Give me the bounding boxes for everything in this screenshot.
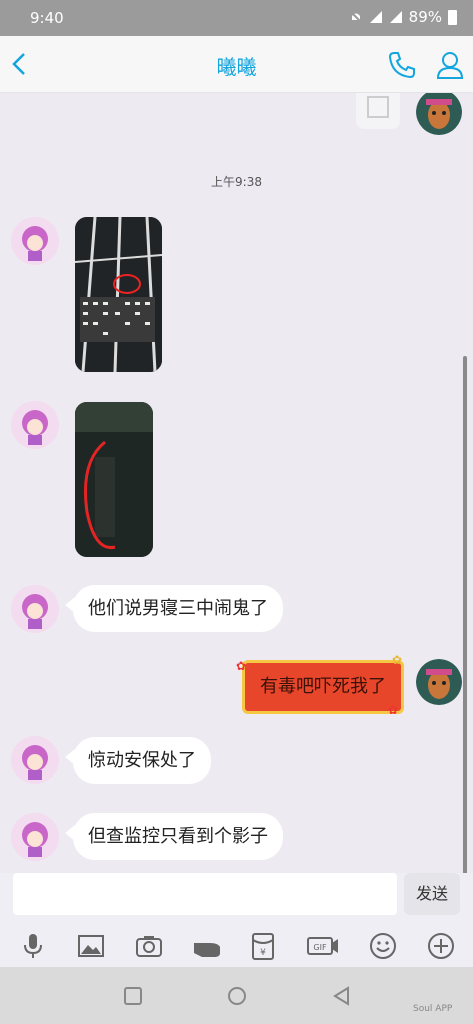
microphone-icon[interactable] (18, 931, 48, 961)
contact-avatar[interactable] (11, 585, 59, 633)
flower-decoration-icon: ✿ (392, 653, 403, 667)
my-avatar-image (416, 93, 462, 135)
message-composer: 发送 (0, 873, 473, 923)
battery-percent: 89% (408, 8, 442, 26)
system-navigation-bar (0, 967, 473, 1024)
flower-decoration-icon: ✿ (388, 703, 399, 717)
svg-text:GIF: GIF (313, 943, 327, 952)
my-avatar[interactable] (416, 93, 462, 135)
image-message[interactable] (75, 217, 162, 372)
battery-icon (448, 9, 457, 25)
contact-avatar-image (11, 736, 59, 784)
my-avatar[interactable] (416, 659, 462, 705)
dark-hallway-photo (75, 402, 153, 557)
my-text-message[interactable]: 有毒吧吓死我了 (242, 660, 404, 714)
my-avatar-image (416, 659, 462, 705)
chat-area[interactable]: 上午9:38 他们说男寝三中闹鬼了 有毒吧吓死我了 ✿ ✿ ✿ 惊动安保处了 但… (0, 93, 473, 873)
status-icons: 89% (348, 8, 457, 26)
contact-avatar[interactable] (11, 736, 59, 784)
signal-icon (369, 11, 382, 23)
input-toolbar: ¥ GIF (0, 923, 473, 967)
red-packet-icon[interactable]: ¥ (250, 931, 276, 961)
contact-avatar-image (11, 217, 59, 265)
hand-icon[interactable] (192, 931, 224, 961)
home-icon[interactable] (226, 985, 248, 1007)
previous-message-thumbnail[interactable] (356, 93, 400, 129)
status-bar: 9:40 89% (0, 0, 473, 36)
contact-avatar[interactable] (11, 401, 59, 449)
watermark: Soul APP (413, 1004, 453, 1014)
svg-text:¥: ¥ (260, 948, 266, 958)
text-message[interactable]: 他们说男寝三中闹鬼了 (65, 585, 283, 632)
emoji-icon[interactable] (368, 931, 398, 961)
flower-decoration-icon: ✿ (236, 659, 247, 673)
contact-avatar-image (11, 813, 59, 861)
chat-scrollbar[interactable] (463, 356, 467, 873)
send-button[interactable]: 发送 (404, 873, 460, 915)
contact-avatar[interactable] (11, 217, 59, 265)
contact-avatar-image (11, 585, 59, 633)
mute-icon (348, 10, 363, 24)
plus-icon[interactable] (426, 931, 456, 961)
chat-header: 曦曦 (0, 36, 473, 93)
profile-icon[interactable] (434, 49, 466, 81)
back-nav-icon[interactable] (330, 985, 352, 1007)
dorm-window-photo (75, 217, 162, 372)
status-time: 9:40 (30, 9, 64, 27)
message-timestamp: 上午9:38 (211, 175, 262, 189)
image-placeholder-icon (367, 96, 389, 118)
contact-avatar-image (11, 401, 59, 449)
phone-icon[interactable] (386, 49, 418, 81)
contact-avatar[interactable] (11, 813, 59, 861)
recent-apps-icon[interactable] (122, 985, 144, 1007)
message-input[interactable] (13, 873, 397, 915)
image-message[interactable] (75, 402, 153, 557)
text-message[interactable]: 但查监控只看到个影子 (65, 813, 283, 860)
text-message[interactable]: 惊动安保处了 (65, 737, 211, 784)
image-icon[interactable] (76, 931, 106, 961)
signal-icon-2 (389, 11, 402, 23)
gif-icon[interactable]: GIF (306, 931, 340, 961)
camera-icon[interactable] (134, 931, 164, 961)
